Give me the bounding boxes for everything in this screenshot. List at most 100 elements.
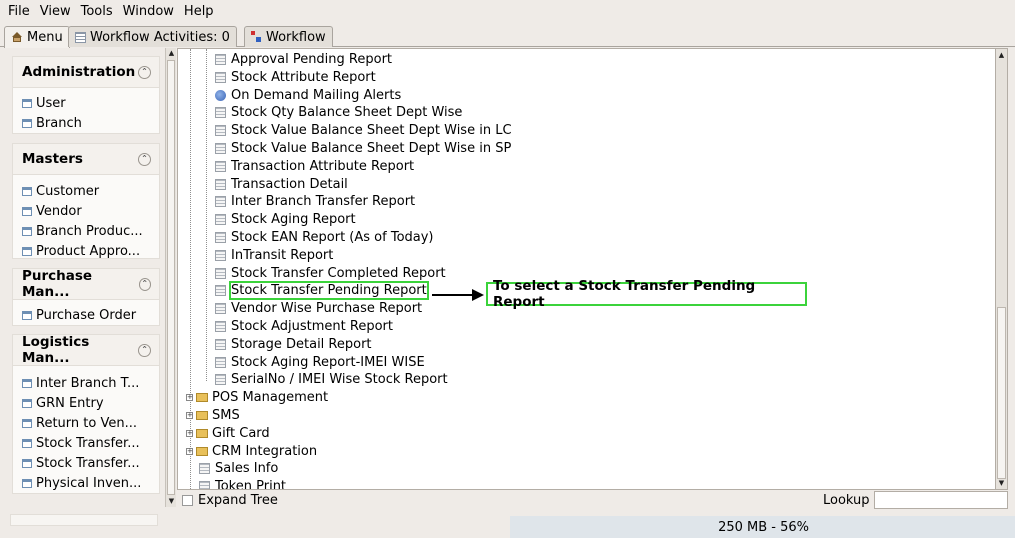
form-icon [22, 438, 32, 448]
report-icon [215, 268, 226, 279]
collapse-icon[interactable]: ⌃ [138, 343, 151, 357]
sidebar-item-label: Physical Inven... [36, 475, 142, 491]
sidebar-item-grn-entry[interactable]: GRN Entry [13, 393, 159, 413]
tree-item-vendor-wise-purchase-report[interactable]: Vendor Wise Purchase Report [215, 300, 422, 317]
list-icon [75, 31, 86, 43]
sidebar-item-branch-product[interactable]: Branch Produc... [13, 221, 159, 241]
tree-item-stock-adjustment-report[interactable]: Stock Adjustment Report [215, 318, 393, 335]
group-administration: Administration ⌃ User Branch [12, 56, 160, 134]
tree-item-intransit-report[interactable]: InTransit Report [215, 247, 333, 264]
sidebar-item-stock-transfer-2[interactable]: Stock Transfer... [13, 453, 159, 473]
group-header[interactable]: Administration ⌃ [13, 57, 159, 88]
tree-item-on-demand-mailing-alerts[interactable]: On Demand Mailing Alerts [215, 87, 401, 104]
report-icon [215, 214, 226, 225]
expand-icon[interactable]: + [186, 412, 193, 419]
expand-tree-label[interactable]: Expand Tree [198, 493, 278, 508]
tree-item-label: Sales Info [215, 461, 279, 476]
expand-icon[interactable]: + [186, 394, 193, 401]
report-icon [215, 54, 226, 65]
menu-view[interactable]: View [36, 4, 75, 19]
scroll-up-icon[interactable]: ▲ [997, 51, 1006, 60]
tree-item-stock-qty-balance-sheet[interactable]: Stock Qty Balance Sheet Dept Wise [215, 104, 462, 121]
menu-window[interactable]: Window [119, 4, 178, 19]
sidebar-item-vendor[interactable]: Vendor [13, 201, 159, 221]
lookup-input[interactable] [874, 491, 1008, 509]
group-header[interactable]: Logistics Man... ⌃ [13, 334, 159, 366]
tree-item-stock-ean-report[interactable]: Stock EAN Report (As of Today) [215, 229, 434, 246]
sidebar-item-label: Product Appro... [36, 243, 141, 259]
tree-item-storage-detail-report[interactable]: Storage Detail Report [215, 336, 372, 353]
sidebar-item-customer[interactable]: Customer [13, 181, 159, 201]
menu-file[interactable]: File [4, 4, 34, 19]
tree-item-label: SerialNo / IMEI Wise Stock Report [231, 372, 448, 387]
menu-bar: File View Tools Window Help [0, 0, 1015, 22]
tree-item-inter-branch-transfer-report[interactable]: Inter Branch Transfer Report [215, 193, 415, 210]
tree-item-sales-info[interactable]: Sales Info [199, 460, 278, 477]
tab-menu[interactable]: Menu [4, 26, 70, 48]
tree-folder-pos-management[interactable]: + POS Management [186, 389, 328, 406]
globe-icon [215, 90, 226, 101]
scroll-down-icon[interactable]: ▼ [167, 497, 176, 506]
sidebar-item-physical-inventory[interactable]: Physical Inven... [13, 473, 159, 493]
collapse-icon[interactable]: ⌃ [138, 277, 151, 291]
tree-item-stock-transfer-pending-report[interactable]: Stock Transfer Pending Report [215, 281, 429, 300]
tree-item-label: POS Management [212, 390, 329, 405]
scroll-down-icon[interactable]: ▼ [997, 479, 1006, 488]
lookup-label: Lookup [823, 493, 870, 508]
expand-tree-checkbox[interactable] [182, 495, 193, 506]
tree-item-stock-value-balance-lc[interactable]: Stock Value Balance Sheet Dept Wise in L… [215, 122, 512, 139]
group-title: Administration [22, 64, 136, 80]
form-icon [22, 118, 32, 128]
tree-folder-crm-integration[interactable]: + CRM Integration [186, 443, 317, 460]
tab-workflow[interactable]: Workflow [244, 26, 333, 47]
group-header[interactable]: Purchase Man... ⌃ [13, 268, 159, 300]
tree-folder-sms[interactable]: + SMS [186, 407, 240, 424]
annotation-arrow [432, 294, 474, 296]
sidebar-item-purchase-order[interactable]: Purchase Order [13, 305, 159, 325]
scroll-thumb[interactable] [167, 60, 175, 495]
menu-tools[interactable]: Tools [77, 4, 117, 19]
memory-indicator[interactable]: 250 MB - 56% [510, 516, 1015, 538]
sidebar-item-inter-branch-transfer[interactable]: Inter Branch T... [13, 373, 159, 393]
sidebar-item-user[interactable]: User [13, 93, 159, 113]
tree-item-approval-pending-report[interactable]: Approval Pending Report [215, 51, 392, 68]
report-icon [215, 250, 226, 261]
tree-item-stock-attribute-report[interactable]: Stock Attribute Report [215, 69, 376, 86]
tree-item-stock-aging-report[interactable]: Stock Aging Report [215, 211, 356, 228]
tree-item-label: InTransit Report [231, 248, 334, 263]
sidebar-item-label: Stock Transfer... [36, 435, 140, 451]
form-icon [22, 206, 32, 216]
tree-folder-gift-card[interactable]: + Gift Card [186, 425, 270, 442]
tree-item-label: Inter Branch Transfer Report [231, 194, 416, 209]
tree-item-label: Gift Card [212, 426, 270, 441]
tree-item-label: Stock Qty Balance Sheet Dept Wise [231, 105, 463, 120]
sidebar-scrollbar[interactable]: ▲ ▼ [165, 48, 176, 507]
annotation-callout: To select a Stock Transfer Pending Repor… [486, 278, 807, 310]
report-icon [215, 339, 226, 350]
tab-workflow-activities[interactable]: Workflow Activities: 0 [68, 26, 237, 47]
tree-scrollbar[interactable]: ▲ ▼ [996, 48, 1008, 490]
sidebar-item-stock-transfer-1[interactable]: Stock Transfer... [13, 433, 159, 453]
menu-help[interactable]: Help [180, 4, 218, 19]
sidebar-item-product-approval[interactable]: Product Appro... [13, 241, 159, 261]
tree-item-transaction-attribute-report[interactable]: Transaction Attribute Report [215, 158, 414, 175]
sidebar-item-label: Customer [36, 183, 100, 199]
tree-item-transaction-detail[interactable]: Transaction Detail [215, 176, 348, 193]
group-header[interactable]: Masters ⌃ [13, 144, 159, 175]
expand-icon[interactable]: + [186, 448, 193, 455]
tree-item-label: Stock EAN Report (As of Today) [231, 230, 434, 245]
scroll-thumb[interactable] [997, 307, 1006, 479]
sidebar-item-branch[interactable]: Branch [13, 113, 159, 133]
collapse-icon[interactable]: ⌃ [138, 65, 151, 79]
sidebar-item-return-to-vendor[interactable]: Return to Ven... [13, 413, 159, 433]
sidebar-item-label: Inter Branch T... [36, 375, 140, 391]
scroll-up-icon[interactable]: ▲ [167, 49, 176, 58]
tree-item-serialno-imei-wise-stock-report[interactable]: SerialNo / IMEI Wise Stock Report [215, 371, 448, 388]
expand-icon[interactable]: + [186, 430, 193, 437]
tree-item-token-print[interactable]: Token Print [199, 478, 286, 489]
tree-item-stock-value-balance-sp[interactable]: Stock Value Balance Sheet Dept Wise in S… [215, 140, 511, 157]
collapse-icon[interactable]: ⌃ [138, 152, 151, 166]
tree-item-stock-aging-imei-wise[interactable]: Stock Aging Report-IMEI WISE [215, 354, 425, 371]
form-icon [22, 418, 32, 428]
tree-item-stock-transfer-completed-report[interactable]: Stock Transfer Completed Report [215, 265, 446, 282]
